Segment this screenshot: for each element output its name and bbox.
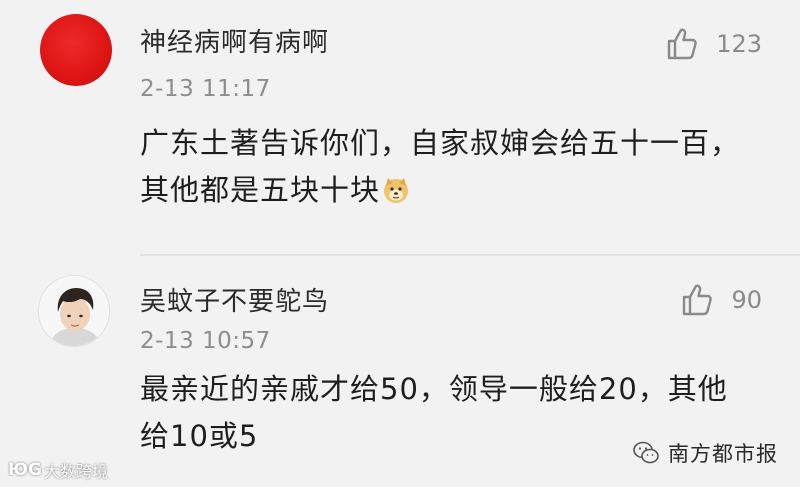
watermark-right: 南方都市报 (632, 438, 778, 468)
like-count: 123 (716, 30, 762, 58)
thumbs-up-icon (667, 28, 697, 60)
like-button[interactable]: 90 (679, 282, 762, 318)
doge-emoji-icon (384, 178, 409, 203)
comment-divider (140, 254, 800, 256)
comment-text-line-2: 其他都是五块十块 (140, 167, 760, 214)
comment-content: 广东土著告诉你们，自家叔婶会给五十一百， 其他都是五块十块 (140, 120, 760, 214)
comment-text-line: 广东土著告诉你们，自家叔婶会给五十一百， (140, 126, 741, 160)
avatar-photo (39, 276, 109, 346)
comment-timestamp: 2-13 10:57 (140, 328, 271, 354)
comment-username[interactable]: 吴蚊子不要鸵鸟 (140, 281, 329, 318)
comment-item: 神经病啊有病啊 2-13 11:17 123 广东土著告诉你们，自家叔婶会给五十… (0, 0, 800, 250)
avatar[interactable] (38, 275, 110, 347)
watermark-source: 南方都市报 (668, 442, 778, 466)
wechat-icon (633, 441, 659, 464)
comment-timestamp: 2-13 11:17 (140, 76, 271, 102)
watermark-logo: ЮG (8, 460, 42, 480)
thumbs-up-icon (683, 284, 713, 316)
comment-text-fragment: 其他都是五块十块 (140, 173, 381, 207)
watermark-text: 大数跨境 (43, 462, 108, 481)
like-button[interactable]: 123 (664, 26, 762, 62)
watermark-left: ЮG 大数跨境 (8, 458, 108, 482)
comment-username[interactable]: 神经病啊有病啊 (140, 22, 329, 59)
avatar[interactable] (40, 14, 112, 86)
like-count: 90 (731, 286, 762, 314)
comment-text-line: 最亲近的亲戚才给50，领导一般给20，其他 (140, 372, 728, 406)
